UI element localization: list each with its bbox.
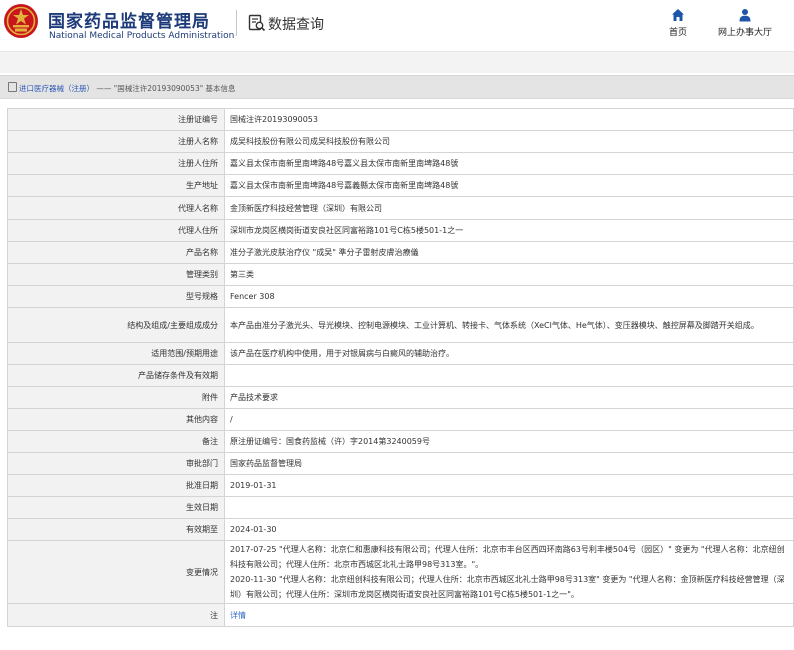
- field-value: 金顶新医疗科技经营管理（深圳）有限公司: [224, 196, 794, 220]
- field-value: 本产品由准分子激光头、导光模块、控制电源模块、工业计算机、转接卡、气体系统（Xe…: [224, 307, 794, 343]
- field-label: 附件: [7, 386, 225, 409]
- field-value: 嘉义县太保市南新里南埤路48号嘉义县太保市南新里南埤路48號: [224, 152, 794, 175]
- field-value: 该产品在医疗机构中使用，用于对银屑病与白癜风的辅助治疗。: [224, 342, 794, 365]
- field-value: 产品技术要求: [224, 386, 794, 409]
- national-emblem-icon: [4, 4, 38, 38]
- table-row: 附件 产品技术要求: [7, 386, 794, 409]
- field-value: Fencer 308: [224, 285, 794, 308]
- table-row: 生产地址 嘉义县太保市南新里南埤路48号嘉義縣太保市南新里南埤路48號: [7, 174, 794, 197]
- table-row: 管理类别 第三类: [7, 263, 794, 286]
- table-row: 备注 原注册证编号：国食药监械（许）字2014第3240059号: [7, 430, 794, 453]
- field-label: 其他内容: [7, 408, 225, 431]
- field-value: 2019-01-31: [224, 474, 794, 497]
- table-row: 注册人名称 成吴科技股份有限公司成吴科技股份有限公司: [7, 130, 794, 153]
- breadcrumb-category-link[interactable]: 进口医疗器械（注册）: [19, 84, 94, 93]
- field-label: 结构及组成/主要组成成分: [7, 307, 225, 343]
- field-label: 审批部门: [7, 452, 225, 475]
- field-value: 深圳市龙岗区横岗街道安良社区同富裕路101号C栋5楼501-1之一: [224, 219, 794, 242]
- table-row: 结构及组成/主要组成成分 本产品由准分子激光头、导光模块、控制电源模块、工业计算机…: [7, 307, 794, 343]
- table-row: 产品储存条件及有效期: [7, 364, 794, 387]
- table-row: 批准日期 2019-01-31: [7, 474, 794, 497]
- field-label: 变更情况: [7, 540, 225, 604]
- site-header: 国家药品监督管理局 National Medical Products Admi…: [0, 0, 794, 52]
- brand-name-cn: 国家药品监督管理局: [48, 12, 210, 32]
- field-value: 第三类: [224, 263, 794, 286]
- field-label: 代理人住所: [7, 219, 225, 242]
- field-value: 详情: [224, 603, 794, 627]
- table-row: 其他内容 /: [7, 408, 794, 431]
- user-icon: [739, 9, 751, 22]
- nav-online-hall-label: 网上办事大厅: [717, 28, 772, 38]
- breadcrumb: 进口医疗器械（注册） —— "国械注许20193090053" 基本信息: [0, 75, 794, 99]
- field-value: 国家药品监督管理局: [224, 452, 794, 475]
- nav-home-button[interactable]: 首页: [663, 8, 693, 38]
- field-label: 适用范围/预期用途: [7, 342, 225, 365]
- field-value: 原注册证编号：国食药监械（许）字2014第3240059号: [224, 430, 794, 453]
- document-icon: [8, 82, 17, 92]
- table-row: 代理人住所 深圳市龙岗区横岗街道安良社区同富裕路101号C栋5楼501-1之一: [7, 219, 794, 242]
- field-label: 代理人名称: [7, 196, 225, 220]
- field-label: 注册人名称: [7, 130, 225, 153]
- field-label: 型号规格: [7, 285, 225, 308]
- field-label: 管理类别: [7, 263, 225, 286]
- breadcrumb-text: 进口医疗器械（注册） —— "国械注许20193090053" 基本信息: [8, 82, 236, 94]
- table-row: 注详情: [7, 603, 794, 627]
- field-value: 准分子激光皮肤治疗仪 "成吴" 準分子雷射皮膚治療儀: [224, 241, 794, 264]
- field-label: 生产地址: [7, 174, 225, 197]
- field-value: [224, 364, 794, 387]
- details-link[interactable]: 详情: [230, 611, 246, 620]
- field-label: 产品储存条件及有效期: [7, 364, 225, 387]
- field-label: 批准日期: [7, 474, 225, 497]
- brand-name-en: National Medical Products Administration: [49, 31, 235, 41]
- table-row: 适用范围/预期用途 该产品在医疗机构中使用，用于对银屑病与白癜风的辅助治疗。: [7, 342, 794, 365]
- field-label: 备注: [7, 430, 225, 453]
- field-label: 产品名称: [7, 241, 225, 264]
- table-row: 变更情况 2017-07-25 "代理人名称：北京仁和惠康科技有限公司；代理人住所…: [7, 540, 794, 604]
- table-row: 注册人住所 嘉义县太保市南新里南埤路48号嘉义县太保市南新里南埤路48號: [7, 152, 794, 175]
- field-label: 注册人住所: [7, 152, 225, 175]
- home-icon: [672, 9, 684, 21]
- table-row: 代理人名称 金顶新医疗科技经营管理（深圳）有限公司: [7, 196, 794, 220]
- registration-info-table: 注册证编号 国械注许20193090053 注册人名称 成吴科技股份有限公司成吴科技股…: [7, 108, 794, 627]
- field-value: /: [224, 408, 794, 431]
- table-row: 审批部门 国家药品监督管理局: [7, 452, 794, 475]
- breadcrumb-record-id: "国械注许20193090053": [113, 84, 204, 93]
- table-row: 注册证编号 国械注许20193090053: [7, 108, 794, 131]
- field-value: 国械注许20193090053: [224, 108, 794, 131]
- field-label: 生效日期: [7, 496, 225, 519]
- field-label: 注: [7, 603, 225, 627]
- nav-home-label: 首页: [668, 28, 687, 38]
- nav-online-hall-button[interactable]: 网上办事大厅: [712, 8, 778, 38]
- breadcrumb-suffix: 基本信息: [203, 84, 236, 93]
- header-band: [0, 52, 794, 73]
- field-label: 注册证编号: [7, 108, 225, 131]
- breadcrumb-separator: ——: [94, 84, 114, 93]
- field-label: 有效期至: [7, 518, 225, 541]
- table-row: 产品名称 准分子激光皮肤治疗仪 "成吴" 準分子雷射皮膚治療儀: [7, 241, 794, 264]
- section-title: 数据查询: [268, 17, 324, 33]
- field-value: 2017-07-25 "代理人名称：北京仁和惠康科技有限公司；代理人住所：北京市…: [224, 540, 794, 604]
- field-value: 嘉义县太保市南新里南埤路48号嘉義縣太保市南新里南埤路48號: [224, 174, 794, 197]
- field-value: 成吴科技股份有限公司成吴科技股份有限公司: [224, 130, 794, 153]
- header-divider: [236, 10, 237, 36]
- field-value: 2024-01-30: [224, 518, 794, 541]
- table-row: 有效期至 2024-01-30: [7, 518, 794, 541]
- field-value: [224, 496, 794, 519]
- table-row: 型号规格 Fencer 308: [7, 285, 794, 308]
- table-row: 生效日期: [7, 496, 794, 519]
- data-query-icon: [248, 14, 266, 32]
